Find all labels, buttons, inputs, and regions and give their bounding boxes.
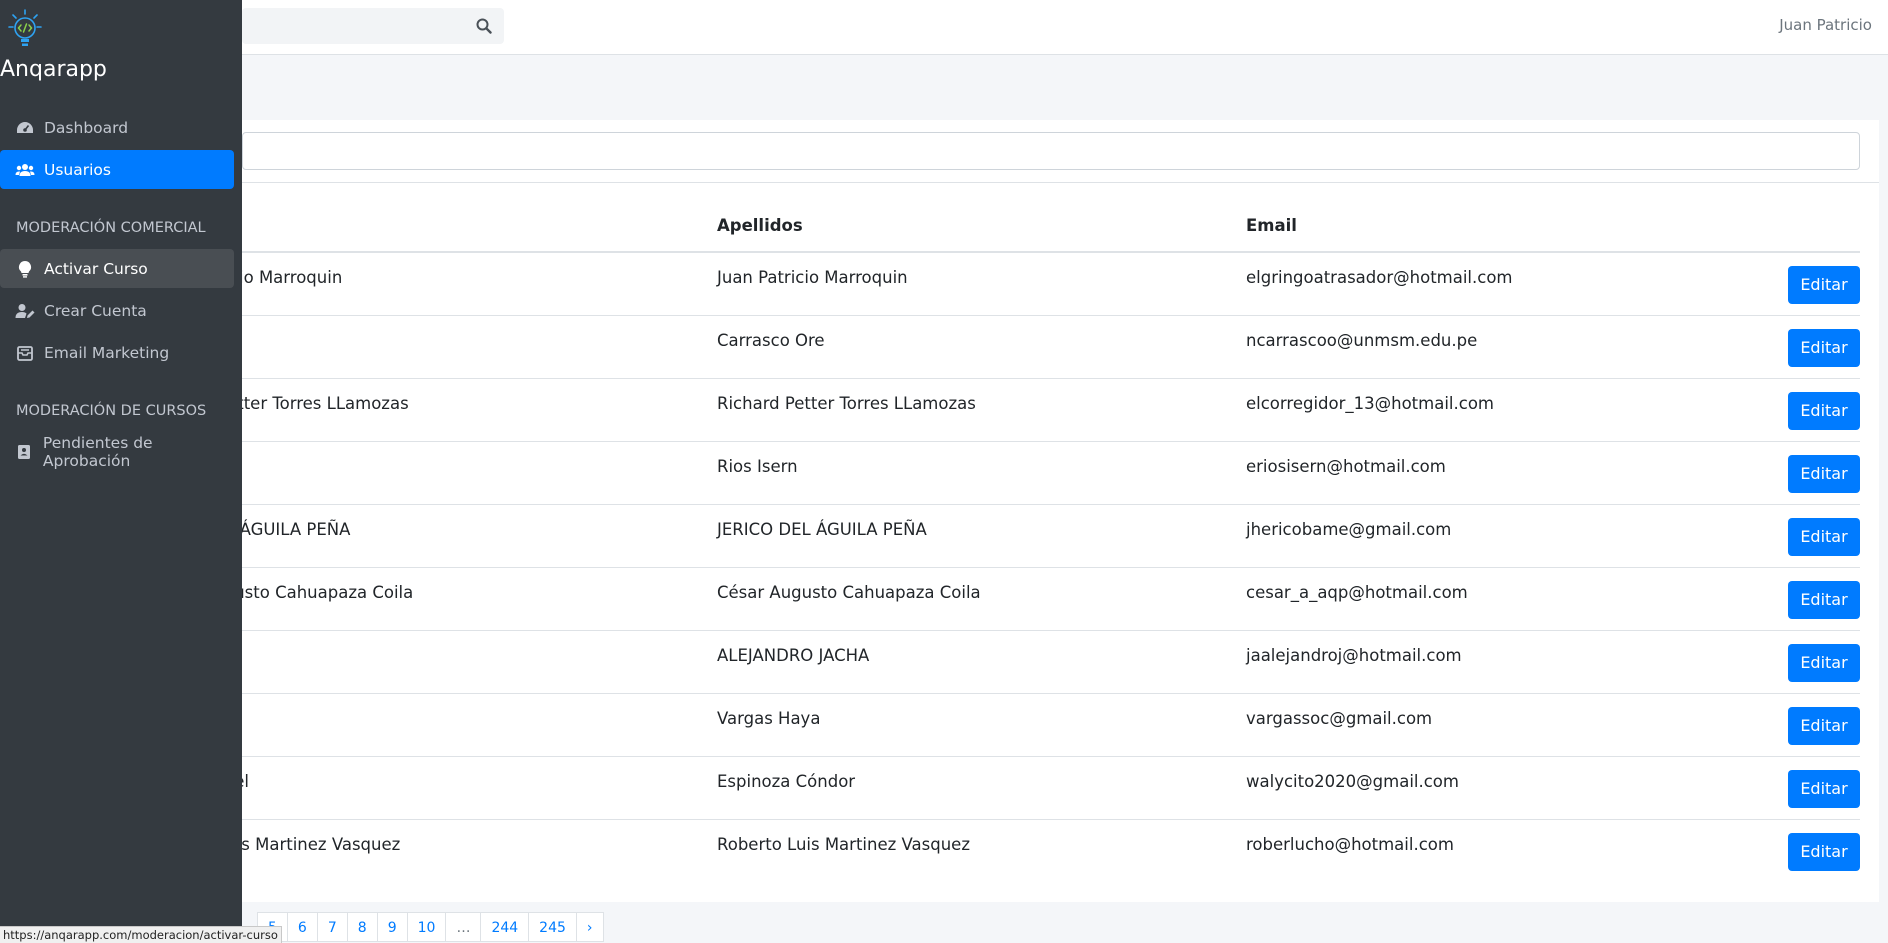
page-link-9[interactable]: 9 xyxy=(376,912,408,942)
search-button[interactable] xyxy=(464,8,504,44)
search-icon xyxy=(476,18,492,34)
table-filter-input[interactable] xyxy=(242,132,1860,170)
edit-button[interactable]: Editar xyxy=(1788,455,1860,493)
sidebar-item-pendientes-aprobacion[interactable]: Pendientes de Aprobación xyxy=(0,432,234,471)
sidebar-item-label: Usuarios xyxy=(44,160,111,179)
sidebar-item-activar-curso[interactable]: Activar Curso xyxy=(0,249,234,288)
navbar-search-input[interactable] xyxy=(242,8,462,44)
cell-apellidos: JERICO DEL ÁGUILA PEÑA xyxy=(717,520,927,539)
edit-button[interactable]: Editar xyxy=(1788,266,1860,304)
column-header-nombre: re xyxy=(202,200,717,253)
cell-nombre: Ángel xyxy=(202,757,717,791)
mail-bulk-icon xyxy=(15,343,35,363)
cell-apellidos: Richard Petter Torres LLamozas xyxy=(717,394,976,413)
sidebar-item-label: Crear Cuenta xyxy=(44,301,147,320)
page-link-7[interactable]: 7 xyxy=(316,912,348,942)
sidebar-item-label: Activar Curso xyxy=(44,259,148,278)
table-row: Ángel Espinoza Cóndor walycito2020@gmail… xyxy=(202,756,1860,820)
table-row: milia Vargas Haya vargassoc@gmail.com Ed… xyxy=(202,693,1860,757)
book-icon xyxy=(15,442,34,462)
cell-nombre: milia xyxy=(202,694,717,728)
table-row: atricio Marroquin Juan Patricio Marroqui… xyxy=(202,252,1860,316)
table-row: e Rios Isern eriosisern@hotmail.com Edit… xyxy=(202,441,1860,505)
sidebar-item-email-marketing[interactable]: Email Marketing xyxy=(0,333,234,372)
top-navbar: Juan Patricio xyxy=(0,0,1888,55)
user-edit-icon xyxy=(15,301,35,321)
users-icon xyxy=(15,160,35,180)
cell-apellidos: Espinoza Cóndor xyxy=(717,772,856,791)
cell-nombre: o Luis Martinez Vasquez xyxy=(202,835,401,854)
cell-apellidos: ALEJANDRO JACHA xyxy=(717,646,870,665)
page-link-10[interactable]: 10 xyxy=(406,912,447,942)
page-ellipsis: … xyxy=(445,912,482,942)
cell-email: elcorregidor_13@hotmail.com xyxy=(1246,394,1494,413)
logo-icon xyxy=(8,9,42,46)
edit-button[interactable]: Editar xyxy=(1788,581,1860,619)
cell-apellidos: Juan Patricio Marroquin xyxy=(717,268,908,287)
sidebar-section-header: MODERACIÓN COMERCIAL xyxy=(16,220,206,236)
edit-button[interactable]: Editar xyxy=(1788,518,1860,556)
cell-nombre: atricio Marroquin xyxy=(202,268,343,287)
cell-nombre: e xyxy=(202,442,717,476)
page-link-8[interactable]: 8 xyxy=(346,912,378,942)
cell-email: cesar_a_aqp@hotmail.com xyxy=(1246,583,1468,602)
cell-nombre: Augusto Cahuapaza Coila xyxy=(202,583,414,602)
cell-nombre: y xyxy=(202,316,717,350)
sidebar-item-dashboard[interactable]: Dashboard xyxy=(0,108,234,147)
edit-button[interactable]: Editar xyxy=(1788,644,1860,682)
edit-button[interactable]: Editar xyxy=(1788,770,1860,808)
edit-button[interactable]: Editar xyxy=(1788,833,1860,871)
edit-button[interactable]: Editar xyxy=(1788,707,1860,745)
sidebar: Anqarapp Dashboard Usuarios MODERACIÓN C… xyxy=(0,0,242,942)
table-row: y Carrasco Ore ncarrascoo@unmsm.edu.pe E… xyxy=(202,315,1860,379)
column-header-email: Email xyxy=(1246,200,1764,253)
cell-email: eriosisern@hotmail.com xyxy=(1246,457,1446,476)
cell-email: ncarrascoo@unmsm.edu.pe xyxy=(1246,331,1478,350)
brand-name[interactable]: Anqarapp xyxy=(0,57,107,82)
users-table: re Apellidos Email atricio Marroquin Jua… xyxy=(202,200,1860,883)
cell-email: vargassoc@gmail.com xyxy=(1246,709,1433,728)
cell-email: roberlucho@hotmail.com xyxy=(1246,835,1454,854)
cell-email: walycito2020@gmail.com xyxy=(1246,772,1459,791)
cell-nombre: d Petter Torres LLamozas xyxy=(202,394,409,413)
cell-apellidos: Vargas Haya xyxy=(717,709,821,728)
sidebar-item-label: Pendientes de Aprobación xyxy=(42,433,153,470)
sidebar-item-usuarios[interactable]: Usuarios xyxy=(0,150,234,189)
card-divider xyxy=(242,182,1879,183)
navbar-search xyxy=(242,8,504,44)
sidebar-item-label: Dashboard xyxy=(44,118,129,137)
cell-apellidos: Roberto Luis Martinez Vasquez xyxy=(717,835,970,854)
edit-button[interactable]: Editar xyxy=(1788,392,1860,430)
page-link-245[interactable]: 245 xyxy=(528,912,577,942)
browser-status-url: https://anqarapp.com/moderacion/activar-… xyxy=(0,926,282,943)
table-header-row: re Apellidos Email xyxy=(202,200,1860,253)
tachometer-icon xyxy=(15,118,35,138)
table-row: DÍAS ALEJANDRO JACHA jaalejandroj@hotmai… xyxy=(202,630,1860,694)
table-row: o Luis Martinez Vasquez Roberto Luis Mar… xyxy=(202,820,1860,883)
cell-email: jhericobame@gmail.com xyxy=(1246,520,1452,539)
edit-button[interactable]: Editar xyxy=(1788,329,1860,367)
cell-nombre: DÍAS xyxy=(202,631,717,665)
pagination: 5 6 7 8 9 10 … 244 245 › xyxy=(257,912,604,942)
cell-email: jaalejandroj@hotmail.com xyxy=(1246,646,1462,665)
user-name-link[interactable]: Juan Patricio xyxy=(1779,16,1872,34)
column-header-actions xyxy=(1764,200,1860,253)
sidebar-item-label: Email Marketing xyxy=(44,343,170,362)
column-header-apellidos: Apellidos xyxy=(717,200,1246,253)
page-link-6[interactable]: 6 xyxy=(286,912,318,942)
users-card: re Apellidos Email atricio Marroquin Jua… xyxy=(202,120,1879,902)
page-next-button[interactable]: › xyxy=(575,912,604,942)
page-link-244[interactable]: 244 xyxy=(480,912,530,942)
cell-apellidos: Carrasco Ore xyxy=(717,331,825,350)
table-row: d Petter Torres LLamozas Richard Petter … xyxy=(202,378,1860,442)
table-row: Augusto Cahuapaza Coila César Augusto Ca… xyxy=(202,567,1860,631)
table-row: DEL ÁGUILA PEÑA JERICO DEL ÁGUILA PEÑA j… xyxy=(202,504,1860,568)
cell-nombre: DEL ÁGUILA PEÑA xyxy=(202,520,351,539)
sidebar-item-crear-cuenta[interactable]: Crear Cuenta xyxy=(0,291,234,330)
cell-apellidos: Rios Isern xyxy=(717,457,798,476)
lightbulb-icon xyxy=(15,259,35,279)
sidebar-section-header: MODERACIÓN DE CURSOS xyxy=(16,403,207,419)
cell-apellidos: César Augusto Cahuapaza Coila xyxy=(717,583,981,602)
cell-email: elgringoatrasador@hotmail.com xyxy=(1246,268,1513,287)
